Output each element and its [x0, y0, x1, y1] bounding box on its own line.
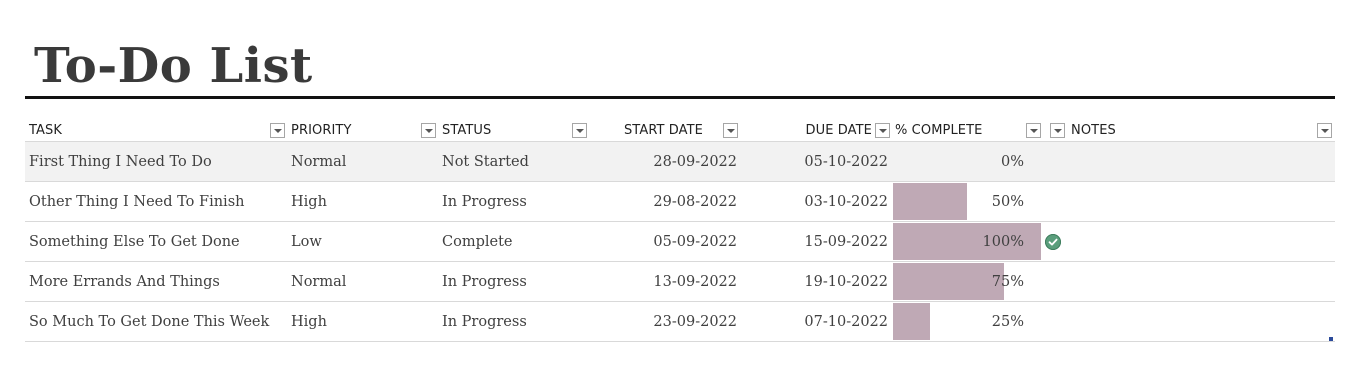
check-circle-icon	[1045, 234, 1061, 250]
status-cell[interactable]: Not Started	[442, 142, 529, 181]
task-filter-button[interactable]	[270, 123, 285, 138]
priority-cell[interactable]: High	[291, 182, 327, 221]
priority-cell[interactable]: Normal	[291, 142, 346, 181]
header-notes: NOTES	[1050, 120, 1335, 141]
start-date-cell[interactable]: 28-09-2022	[593, 142, 737, 181]
start-date-cell[interactable]: 29-08-2022	[593, 182, 737, 221]
due-date-cell[interactable]: 05-10-2022	[743, 142, 888, 181]
task-cell[interactable]: Other Thing I Need To Finish	[29, 182, 244, 221]
task-cell[interactable]: Something Else To Get Done	[29, 222, 240, 261]
status-cell[interactable]: In Progress	[442, 302, 527, 341]
status-cell[interactable]: Complete	[442, 222, 512, 261]
notes-filter-button[interactable]	[1317, 123, 1332, 138]
table-resize-handle[interactable]	[1329, 337, 1333, 341]
header-percent-complete: % COMPLETE	[895, 120, 1045, 141]
task-cell[interactable]: So Much To Get Done This Week	[29, 302, 269, 341]
header-start-date: START DATE	[593, 120, 743, 141]
due-date-cell[interactable]: 07-10-2022	[743, 302, 888, 341]
header-task-label: TASK	[29, 123, 63, 138]
page-title: To-Do List	[34, 38, 313, 94]
title-divider	[25, 96, 1335, 99]
header-notes-label: NOTES	[1071, 123, 1116, 138]
priority-filter-button[interactable]	[421, 123, 436, 138]
priority-cell[interactable]: Normal	[291, 262, 346, 301]
percent-complete-cell[interactable]: 75%	[893, 262, 1024, 301]
start-date-cell[interactable]: 23-09-2022	[593, 302, 737, 341]
due-date-cell[interactable]: 15-09-2022	[743, 222, 888, 261]
header-status: STATUS	[442, 120, 593, 141]
table-row[interactable]: So Much To Get Done This Week High In Pr…	[25, 302, 1335, 342]
status-filter-button[interactable]	[572, 123, 587, 138]
header-priority-label: PRIORITY	[291, 123, 352, 138]
start-date-cell[interactable]: 13-09-2022	[593, 262, 737, 301]
header-due-date: DUE DATE	[743, 120, 893, 141]
due-date-cell[interactable]: 03-10-2022	[743, 182, 888, 221]
header-due-date-label: DUE DATE	[805, 123, 872, 138]
todo-table: TASK PRIORITY STATUS START DATE DUE DATE…	[25, 120, 1335, 342]
header-priority: PRIORITY	[291, 120, 442, 141]
percent-complete-cell[interactable]: 25%	[893, 302, 1024, 341]
table-row[interactable]: Other Thing I Need To Finish High In Pro…	[25, 182, 1335, 222]
priority-cell[interactable]: Low	[291, 222, 322, 261]
header-status-label: STATUS	[442, 123, 492, 138]
start-date-filter-button[interactable]	[723, 123, 738, 138]
start-date-cell[interactable]: 05-09-2022	[593, 222, 737, 261]
percent-complete-cell[interactable]: 100%	[893, 222, 1024, 261]
percent-complete-cell[interactable]: 0%	[893, 142, 1024, 181]
due-date-filter-button[interactable]	[875, 123, 890, 138]
task-cell[interactable]: More Errands And Things	[29, 262, 220, 301]
table-row[interactable]: First Thing I Need To Do Normal Not Star…	[25, 142, 1335, 182]
priority-cell[interactable]: High	[291, 302, 327, 341]
status-cell[interactable]: In Progress	[442, 182, 527, 221]
due-date-cell[interactable]: 19-10-2022	[743, 262, 888, 301]
header-task: TASK	[29, 120, 291, 141]
table-header: TASK PRIORITY STATUS START DATE DUE DATE…	[25, 120, 1335, 142]
percent-complete-cell[interactable]: 50%	[893, 182, 1024, 221]
table-row[interactable]: More Errands And Things Normal In Progre…	[25, 262, 1335, 302]
header-percent-complete-label: % COMPLETE	[895, 123, 983, 138]
status-cell[interactable]: In Progress	[442, 262, 527, 301]
percent-complete-filter-button[interactable]	[1026, 123, 1041, 138]
task-cell[interactable]: First Thing I Need To Do	[29, 142, 212, 181]
table-row[interactable]: Something Else To Get Done Low Complete …	[25, 222, 1335, 262]
notes-left-filter-button[interactable]	[1050, 123, 1065, 138]
header-start-date-label: START DATE	[623, 123, 703, 138]
